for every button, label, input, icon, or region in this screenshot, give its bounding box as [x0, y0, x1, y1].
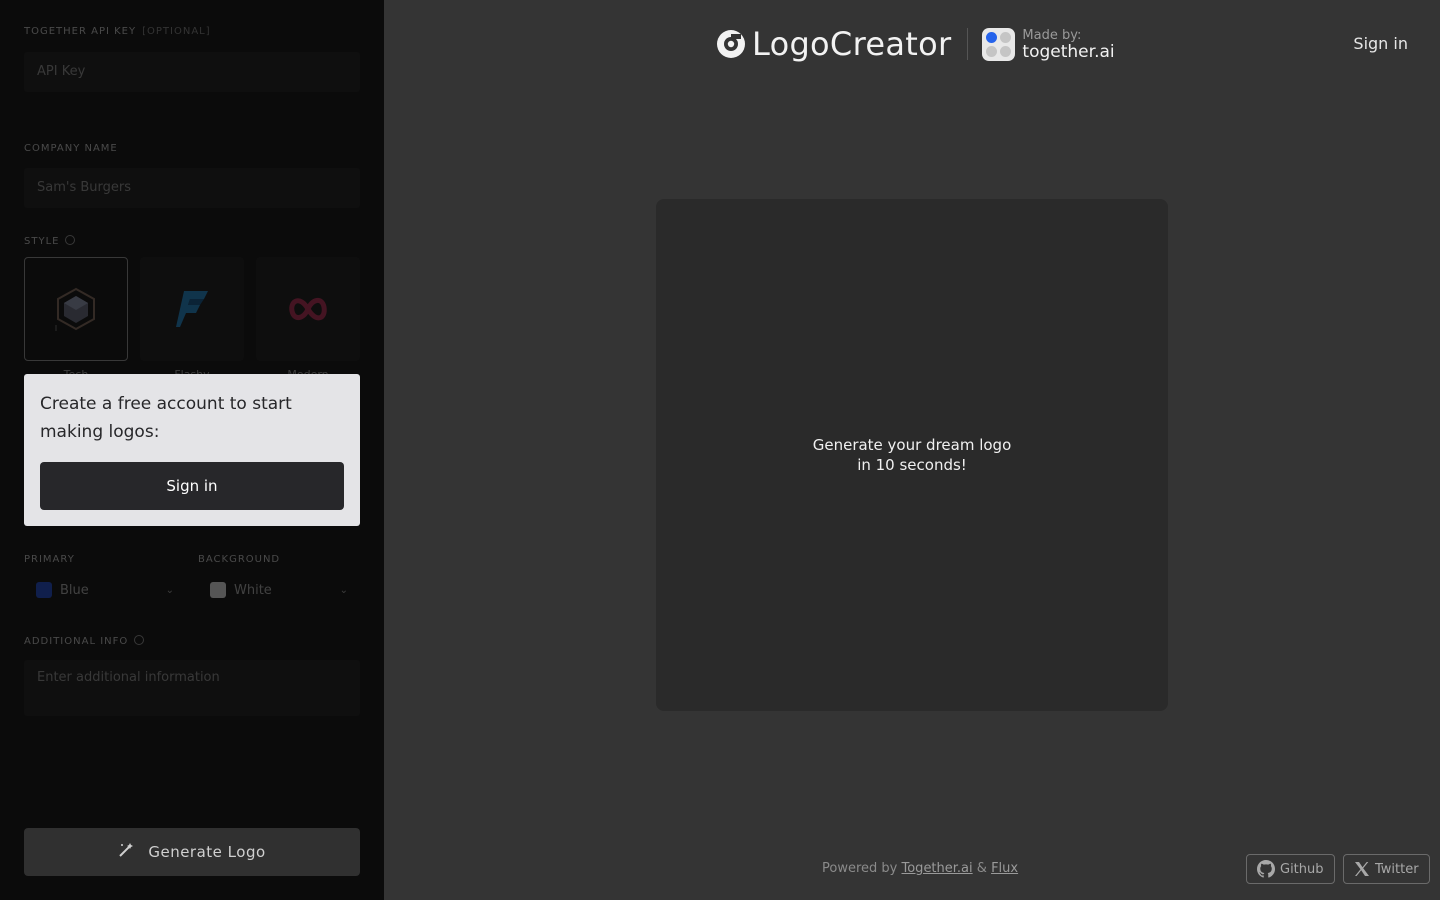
github-label: Github [1280, 861, 1324, 877]
api-key-label: TOGETHER API KEY [OPTIONAL] [24, 26, 211, 37]
primary-color-label: PRIMARY [24, 554, 75, 565]
preview-placeholder-text: Generate your dream logo in 10 seconds! [812, 436, 1012, 474]
style-option-tech[interactable] [24, 257, 128, 361]
magic-wand-icon [118, 842, 134, 862]
sidebar: TOGETHER API KEY [OPTIONAL] API Key COMPA… [0, 0, 384, 900]
background-color-value: White [234, 582, 272, 598]
infinity-swirl-icon [289, 298, 327, 321]
brand-header: LogoCreator Made by: together.ai [716, 25, 1115, 63]
header-sign-in-link[interactable]: Sign in [1353, 34, 1408, 53]
lightning-f-icon [176, 291, 208, 327]
twitter-button[interactable]: Twitter [1343, 854, 1430, 884]
powered-by-text: Powered by [822, 861, 898, 876]
footer-credits: Powered by Together.ai & Flux [822, 861, 1018, 876]
together-ai-icon [982, 27, 1016, 61]
brand-title[interactable]: LogoCreator [752, 25, 951, 63]
made-by-name: together.ai [1022, 42, 1115, 62]
optional-tag: [OPTIONAL] [142, 26, 211, 37]
info-icon[interactable] [134, 635, 145, 645]
company-name-input[interactable]: Sam's Burgers [24, 168, 360, 208]
together-ai-link[interactable]: Together.ai [902, 861, 973, 876]
info-icon[interactable] [65, 235, 76, 245]
brand-divider [967, 28, 969, 60]
company-name-label: COMPANY NAME [24, 143, 118, 154]
primary-swatch [36, 582, 52, 598]
made-by-block[interactable]: Made by: together.ai [1022, 27, 1114, 61]
generate-logo-button[interactable]: Generate Logo [24, 828, 360, 876]
api-key-input[interactable]: API Key [24, 52, 360, 92]
additional-info-label: ADDITIONAL INFO [24, 635, 145, 647]
twitter-label: Twitter [1375, 861, 1419, 877]
hexagon-cube-icon [55, 287, 95, 331]
primary-color-value: Blue [60, 582, 89, 598]
logocreator-logo-icon[interactable] [716, 29, 746, 59]
style-option-modern[interactable] [256, 257, 360, 361]
github-button[interactable]: Github [1246, 854, 1335, 884]
generate-logo-label: Generate Logo [148, 843, 266, 861]
additional-info-label-text: ADDITIONAL INFO [24, 636, 129, 647]
additional-info-textarea[interactable]: Enter additional information [24, 660, 360, 716]
background-color-select[interactable]: White ⌄ [198, 574, 360, 606]
background-swatch [210, 582, 226, 598]
api-key-label-text: TOGETHER API KEY [24, 26, 137, 37]
primary-color-select[interactable]: Blue ⌄ [24, 574, 186, 606]
x-twitter-icon [1355, 862, 1369, 876]
signin-prompt-card: Create a free account to start making lo… [24, 374, 360, 526]
flux-link[interactable]: Flux [991, 861, 1018, 876]
signin-card-button[interactable]: Sign in [40, 462, 344, 510]
style-label: STYLE [24, 235, 76, 247]
style-label-text: STYLE [24, 236, 60, 247]
signin-prompt-message: Create a free account to start making lo… [40, 394, 292, 442]
chevron-down-icon: ⌄ [339, 584, 348, 596]
chevron-down-icon: ⌄ [165, 584, 174, 596]
style-option-flashy[interactable] [140, 257, 244, 361]
logo-preview-area: Generate your dream logo in 10 seconds! [656, 199, 1168, 711]
ampersand-text: & [976, 861, 987, 876]
github-icon [1257, 860, 1275, 878]
background-color-label: BACKGROUND [198, 554, 281, 565]
